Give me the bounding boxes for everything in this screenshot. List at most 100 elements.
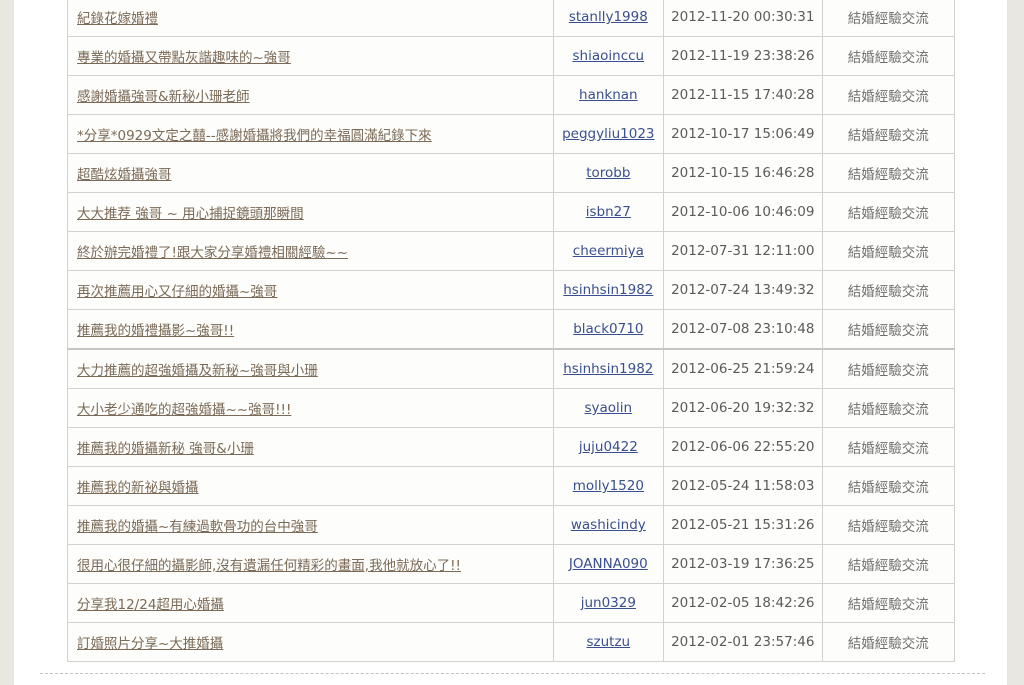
post-title-link[interactable]: 推薦我的新祕與婚攝: [77, 480, 199, 496]
post-title-cell: 紀錄花嫁婚禮: [67, 0, 554, 37]
post-category: 結婚經驗交流: [847, 167, 929, 183]
post-date: 2012-07-24 13:49:32: [671, 282, 815, 298]
table-row: 很用心很仔細的攝影師,沒有遺漏任何精彩的畫面,我他就放心了!! JOANNA09…: [67, 544, 956, 584]
author-link[interactable]: juju0422: [579, 439, 638, 455]
category-cell: 結婚經驗交流: [821, 309, 956, 350]
table-row: 超酷炫婚攝強哥 torobb 2012-10-15 16:46:28 結婚經驗交…: [67, 153, 956, 193]
author-link[interactable]: torobb: [586, 165, 630, 181]
post-title-cell: 感謝婚攝強哥&新秘小珊老師: [67, 75, 554, 115]
author-cell: szutzu: [552, 622, 665, 662]
table-row: 大小老少通吃的超強婚攝~~強哥!!! syaolin 2012-06-20 19…: [67, 388, 956, 428]
author-link[interactable]: szutzu: [587, 634, 631, 650]
post-date: 2012-10-17 15:06:49: [671, 126, 815, 142]
post-title-link[interactable]: 分享我12/24超用心婚攝: [77, 597, 224, 613]
post-title-cell: 很用心很仔細的攝影師,沒有遺漏任何精彩的畫面,我他就放心了!!: [67, 544, 554, 584]
table-row: 終於辦完婚禮了!跟大家分享婚禮相關經驗~~ cheermiya 2012-07-…: [67, 231, 956, 271]
date-cell: 2012-11-15 17:40:28: [663, 75, 823, 115]
author-cell: molly1520: [552, 466, 665, 506]
category-cell: 結婚經驗交流: [821, 544, 956, 584]
post-title-cell: 訂婚照片分享~大推婚攝: [67, 622, 554, 662]
post-date: 2012-02-05 18:42:26: [671, 595, 815, 611]
category-cell: 結婚經驗交流: [821, 153, 956, 193]
post-title-link[interactable]: 訂婚照片分享~大推婚攝: [77, 636, 223, 652]
author-cell: shiaoinccu: [552, 36, 665, 76]
author-link[interactable]: isbn27: [586, 204, 631, 220]
author-link[interactable]: shiaoinccu: [573, 48, 645, 64]
table-row: 大大推荐 強哥 ~ 用心捕捉鏡頭那瞬間 isbn27 2012-10-06 10…: [67, 192, 956, 232]
author-cell: juju0422: [552, 427, 665, 467]
author-cell: washicindy: [552, 505, 665, 545]
category-cell: 結婚經驗交流: [821, 466, 956, 506]
author-link[interactable]: hsinhsin1982: [563, 361, 653, 377]
post-title-link[interactable]: 大力推薦的超強婚攝及新秘~強哥與小珊: [77, 363, 318, 379]
post-title-cell: 大小老少通吃的超強婚攝~~強哥!!!: [67, 388, 554, 428]
author-cell: isbn27: [552, 192, 665, 232]
post-title-link[interactable]: 超酷炫婚攝強哥: [77, 167, 172, 183]
post-list-table: 紀錄花嫁婚禮 stanlly1998 2012-11-20 00:30:31 結…: [67, 0, 956, 662]
post-title-link[interactable]: 大大推荐 強哥 ~ 用心捕捉鏡頭那瞬間: [77, 206, 304, 222]
author-cell: black0710: [552, 309, 665, 350]
post-title-link[interactable]: 推薦我的婚攝新秘 強哥&小珊: [77, 441, 254, 457]
date-cell: 2012-06-25 21:59:24: [663, 348, 823, 389]
author-link[interactable]: JOANNA090: [569, 556, 648, 572]
author-link[interactable]: jun0329: [581, 595, 636, 611]
post-date: 2012-07-08 23:10:48: [671, 321, 815, 337]
author-link[interactable]: hanknan: [579, 87, 638, 103]
author-link[interactable]: peggyliu1023: [562, 126, 654, 142]
post-title-cell: 再次推薦用心又仔細的婚攝~強哥: [67, 270, 554, 310]
table-row: 感謝婚攝強哥&新秘小珊老師 hanknan 2012-11-15 17:40:2…: [67, 75, 956, 115]
date-cell: 2012-11-20 00:30:31: [663, 0, 823, 37]
author-cell: hanknan: [552, 75, 665, 115]
dashed-divider: [40, 673, 985, 674]
author-link[interactable]: syaolin: [585, 400, 633, 416]
post-title-link[interactable]: 感謝婚攝強哥&新秘小珊老師: [77, 89, 250, 105]
post-date: 2012-02-01 23:57:46: [671, 634, 815, 650]
post-category: 結婚經驗交流: [847, 11, 929, 27]
author-link[interactable]: stanlly1998: [569, 9, 648, 25]
date-cell: 2012-06-20 19:32:32: [663, 388, 823, 428]
post-category: 結婚經驗交流: [847, 597, 929, 613]
post-title-cell: 超酷炫婚攝強哥: [67, 153, 554, 193]
post-title-link[interactable]: 專業的婚攝又帶點灰諧趣味的~強哥: [77, 50, 291, 66]
date-cell: 2012-07-08 23:10:48: [663, 309, 823, 350]
post-category: 結婚經驗交流: [847, 323, 929, 339]
post-title-cell: 推薦我的婚攝~有練過軟骨功的台中強哥: [67, 505, 554, 545]
post-title-link[interactable]: 紀錄花嫁婚禮: [77, 11, 158, 27]
category-cell: 結婚經驗交流: [821, 36, 956, 76]
post-title-link[interactable]: 推薦我的婚攝~有練過軟骨功的台中強哥: [77, 519, 318, 535]
post-title-link[interactable]: 終於辦完婚禮了!跟大家分享婚禮相關經驗~~: [77, 245, 348, 261]
category-cell: 結婚經驗交流: [821, 75, 956, 115]
post-title-link[interactable]: 很用心很仔細的攝影師,沒有遺漏任何精彩的畫面,我他就放心了!!: [77, 558, 461, 574]
post-category: 結婚經驗交流: [847, 206, 929, 222]
post-title-cell: 大大推荐 強哥 ~ 用心捕捉鏡頭那瞬間: [67, 192, 554, 232]
post-title-cell: 推薦我的新祕與婚攝: [67, 466, 554, 506]
author-link[interactable]: washicindy: [571, 517, 646, 533]
post-title-link[interactable]: *分享*0929文定之囍--感謝婚攝將我們的幸福圓滿紀錄下來: [77, 128, 432, 144]
table-row: 推薦我的婚禮攝影~強哥!! black0710 2012-07-08 23:10…: [67, 309, 956, 350]
table-row: 推薦我的婚攝新秘 強哥&小珊 juju0422 2012-06-06 22:55…: [67, 427, 956, 467]
category-cell: 結婚經驗交流: [821, 231, 956, 271]
date-cell: 2012-10-06 10:46:09: [663, 192, 823, 232]
category-cell: 結婚經驗交流: [821, 114, 956, 154]
post-title-link[interactable]: 大小老少通吃的超強婚攝~~強哥!!!: [77, 402, 291, 418]
table-row: 紀錄花嫁婚禮 stanlly1998 2012-11-20 00:30:31 結…: [67, 0, 956, 37]
post-category: 結婚經驗交流: [847, 558, 929, 574]
post-date: 2012-07-31 12:11:00: [671, 243, 815, 259]
post-title-link[interactable]: 再次推薦用心又仔細的婚攝~強哥: [77, 284, 277, 300]
post-category: 結婚經驗交流: [847, 128, 929, 144]
post-category: 結婚經驗交流: [847, 50, 929, 66]
author-link[interactable]: black0710: [573, 321, 643, 337]
author-cell: JOANNA090: [552, 544, 665, 584]
date-cell: 2012-03-19 17:36:25: [663, 544, 823, 584]
author-link[interactable]: cheermiya: [573, 243, 644, 259]
author-cell: peggyliu1023: [552, 114, 665, 154]
author-link[interactable]: hsinhsin1982: [563, 282, 653, 298]
author-cell: hsinhsin1982: [552, 270, 665, 310]
post-category: 結婚經驗交流: [847, 402, 929, 418]
post-title-link[interactable]: 推薦我的婚禮攝影~強哥!!: [77, 323, 234, 339]
table-row: *分享*0929文定之囍--感謝婚攝將我們的幸福圓滿紀錄下來 peggyliu1…: [67, 114, 956, 154]
post-category: 結婚經驗交流: [847, 519, 929, 535]
author-link[interactable]: molly1520: [573, 478, 644, 494]
category-cell: 結婚經驗交流: [821, 505, 956, 545]
post-date: 2012-11-19 23:38:26: [671, 48, 815, 64]
